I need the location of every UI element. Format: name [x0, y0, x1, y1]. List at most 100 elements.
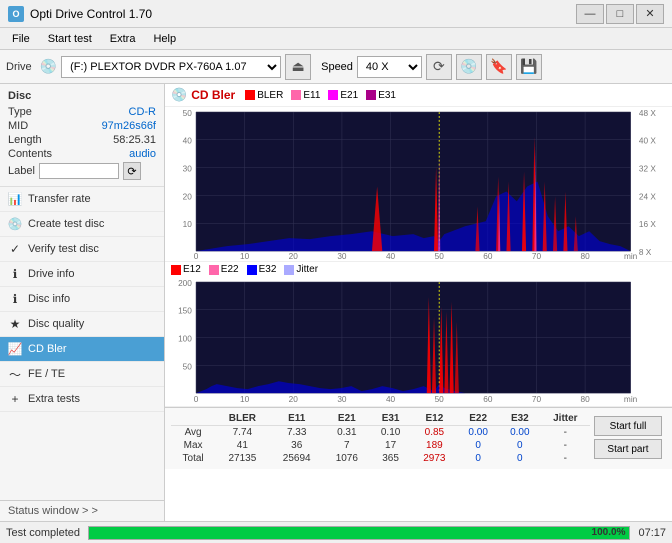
stats-header-e31: E31 [370, 412, 412, 426]
disc-type-val: CD-R [129, 106, 157, 118]
progress-bar-container: 100.0% [88, 526, 630, 540]
svg-text:10: 10 [240, 252, 250, 261]
sidebar-item-disc-info[interactable]: ℹ Disc info [0, 287, 164, 312]
sidebar-item-create-test-disc[interactable]: 💿 Create test disc [0, 212, 164, 237]
legend-e11: E11 [291, 90, 320, 101]
menu-file[interactable]: File [4, 31, 38, 47]
start-full-button[interactable]: Start full [594, 416, 662, 436]
label-row: Label ⟳ [8, 162, 156, 180]
total-e22: 0 [457, 452, 499, 465]
label-input[interactable] [39, 163, 119, 179]
total-e11: 25694 [270, 452, 324, 465]
save-button[interactable]: 💾 [516, 54, 542, 80]
cd-bler-chart-icon: 💿 [171, 87, 187, 103]
max-bler: 41 [215, 439, 269, 452]
star-button[interactable]: 🔖 [486, 54, 512, 80]
drive-select[interactable]: (F:) PLEXTOR DVDR PX-760A 1.07 [61, 56, 281, 78]
label-refresh-btn[interactable]: ⟳ [123, 162, 141, 180]
svg-text:150: 150 [178, 307, 192, 316]
app-title: Opti Drive Control 1.70 [30, 7, 152, 21]
stats-table: BLER E11 E21 E31 E12 E22 E32 Jitter [171, 412, 590, 465]
disc-header: Disc [8, 90, 156, 102]
stats-header-e12: E12 [411, 412, 457, 426]
toolbar: Drive 💿 (F:) PLEXTOR DVDR PX-760A 1.07 ⏏… [0, 50, 672, 84]
sidebar-item-verify-test-disc-label: Verify test disc [28, 243, 99, 255]
disc-mid-key: MID [8, 120, 28, 132]
max-e21: 7 [324, 439, 370, 452]
stats-main: BLER E11 E21 E31 E12 E22 E32 Jitter [171, 412, 590, 465]
total-label: Total [171, 452, 215, 465]
table-row: Max 41 36 7 17 189 0 0 - [171, 439, 590, 452]
svg-text:24 X: 24 X [639, 193, 657, 202]
close-button[interactable]: ✕ [636, 4, 664, 24]
svg-text:30: 30 [183, 165, 193, 174]
status-window-button[interactable]: Status window > > [0, 500, 164, 521]
legend-e31-label: E31 [378, 90, 396, 101]
legend-e12: E12 [171, 264, 201, 275]
avg-e12: 0.85 [411, 426, 457, 440]
menu-help[interactable]: Help [145, 31, 184, 47]
menu-bar: File Start test Extra Help [0, 28, 672, 50]
svg-text:0: 0 [194, 395, 199, 404]
sidebar-item-transfer-rate-label: Transfer rate [28, 193, 91, 205]
sidebar-item-drive-info-label: Drive info [28, 268, 74, 280]
svg-text:20: 20 [289, 395, 299, 404]
svg-text:100: 100 [178, 335, 192, 344]
chart-area: 💿 CD Bler BLER E11 E21 E31 [165, 84, 672, 521]
drive-label: Drive [6, 61, 32, 73]
disc-label-key: Label [8, 165, 35, 177]
top-chart-svg: 50 40 30 20 10 48 X 40 X 32 X 24 X 16 X … [165, 107, 672, 261]
total-e31: 365 [370, 452, 412, 465]
svg-text:20: 20 [289, 252, 299, 261]
disc-length-row: Length 58:25.31 [8, 134, 156, 146]
menu-start-test[interactable]: Start test [40, 31, 100, 47]
svg-text:60: 60 [483, 252, 493, 261]
status-window-label: Status window > > [8, 505, 98, 517]
sidebar-item-fe-te[interactable]: 〜 FE / TE [0, 362, 164, 387]
menu-extra[interactable]: Extra [102, 31, 144, 47]
total-e32: 0 [499, 452, 541, 465]
cd-bler-icon: 📈 [8, 342, 22, 356]
start-part-button[interactable]: Start part [594, 439, 662, 459]
status-text: Test completed [6, 527, 80, 539]
chart-title: CD Bler [191, 88, 235, 102]
stats-header-e32: E32 [499, 412, 541, 426]
refresh-button[interactable]: ⟳ [426, 54, 452, 80]
svg-text:80: 80 [580, 395, 590, 404]
time-display: 07:17 [638, 527, 666, 539]
avg-e11: 7.33 [270, 426, 324, 440]
legend-e21: E21 [328, 90, 358, 101]
sidebar-item-fe-te-label: FE / TE [28, 368, 65, 380]
sidebar-item-disc-quality[interactable]: ★ Disc quality [0, 312, 164, 337]
sidebar-item-drive-info[interactable]: ℹ Drive info [0, 262, 164, 287]
speed-select[interactable]: 40 X 8 X 16 X 24 X 32 X 48 X [357, 56, 422, 78]
total-e12: 2973 [411, 452, 457, 465]
sidebar-item-cd-bler[interactable]: 📈 CD Bler [0, 337, 164, 362]
stats-header-bler: BLER [215, 412, 269, 426]
eject-button[interactable]: ⏏ [285, 54, 311, 80]
sidebar-item-verify-test-disc[interactable]: ✓ Verify test disc [0, 237, 164, 262]
sidebar: Disc Type CD-R MID 97m26s66f Length 58:2… [0, 84, 165, 521]
sidebar-item-disc-info-label: Disc info [28, 293, 70, 305]
extra-tests-icon: + [8, 392, 22, 406]
disc-quality-icon: ★ [8, 317, 22, 331]
disc-length-key: Length [8, 134, 42, 146]
minimize-button[interactable]: — [576, 4, 604, 24]
main-content: Disc Type CD-R MID 97m26s66f Length 58:2… [0, 84, 672, 521]
svg-text:200: 200 [178, 279, 192, 288]
sidebar-item-extra-tests[interactable]: + Extra tests [0, 387, 164, 412]
svg-text:48 X: 48 X [639, 109, 657, 118]
verify-test-disc-icon: ✓ [8, 242, 22, 256]
maximize-button[interactable]: □ [606, 4, 634, 24]
fe-te-icon: 〜 [8, 367, 22, 381]
legend-e32-label: E32 [259, 264, 277, 275]
status-bar: Test completed 100.0% 07:17 [0, 521, 672, 543]
disc-button[interactable]: 💿 [456, 54, 482, 80]
bottom-chart: 200 150 100 50 0 10 20 30 40 50 60 70 80… [165, 277, 672, 407]
disc-section: Disc Type CD-R MID 97m26s66f Length 58:2… [0, 84, 164, 187]
top-legend: BLER E11 E21 E31 [245, 90, 396, 101]
svg-text:70: 70 [532, 252, 542, 261]
svg-text:10: 10 [240, 395, 250, 404]
sidebar-item-transfer-rate[interactable]: 📊 Transfer rate [0, 187, 164, 212]
create-test-disc-icon: 💿 [8, 217, 22, 231]
